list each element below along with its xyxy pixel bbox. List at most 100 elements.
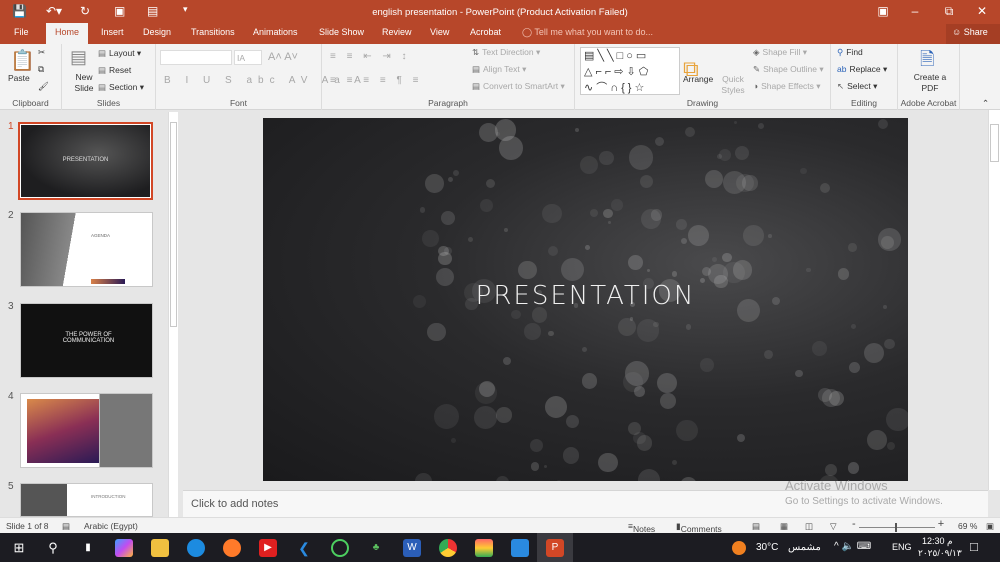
zoom-slider[interactable]: - + (852, 518, 944, 532)
new-slide-button[interactable]: New Slide (70, 72, 98, 94)
align-buttons[interactable]: ≡ ≡ ≡ ≡ ¶ ≡ (330, 75, 422, 86)
close-button[interactable]: ✕ (967, 4, 997, 18)
youtube-icon[interactable]: ▶ (259, 539, 277, 557)
section-button[interactable]: ▤ Section ▾ (98, 82, 144, 93)
bokeh-dot (582, 346, 588, 352)
copy-icon[interactable]: ⧉ (38, 64, 44, 75)
minimize-button[interactable]: – (900, 4, 930, 18)
tab-view[interactable]: View (430, 27, 449, 37)
tab-acrobat[interactable]: Acrobat (470, 27, 501, 37)
slide-canvas[interactable]: PRESENTATION (263, 118, 908, 481)
whatsapp-icon[interactable] (331, 539, 349, 557)
scroll-thumb[interactable] (170, 122, 177, 327)
paste-button[interactable]: Paste (8, 73, 30, 83)
font-size-input[interactable]: IA (234, 50, 262, 65)
tab-transitions[interactable]: Transitions (191, 27, 235, 37)
clipboard-label: Clipboard (12, 98, 49, 108)
bokeh-dot (479, 199, 493, 213)
reading-view-icon[interactable]: ◫ (805, 521, 813, 532)
vscode-icon[interactable]: ❮ (295, 539, 313, 557)
replace-button[interactable]: ab Replace ▾ (837, 64, 887, 75)
comments-button[interactable]: ▮ Comments (676, 521, 722, 534)
thumbnail-slide-4[interactable] (20, 393, 153, 468)
grow-font-icon[interactable]: A˄ A˅ (268, 51, 298, 63)
thumbnail-slide-5[interactable]: INTRODUCTION (20, 483, 153, 517)
create-pdf-button[interactable]: Create a PDF (910, 72, 950, 94)
share-button[interactable]: ☺ Share (946, 24, 1000, 44)
app-icon[interactable] (475, 539, 493, 557)
copilot-icon[interactable] (115, 539, 133, 557)
edge-icon[interactable] (187, 539, 205, 557)
spell-check-icon[interactable]: ▤ (62, 521, 70, 532)
shape-effects-button[interactable]: ◑ Shape Effects ▾ (753, 81, 821, 92)
text-direction-button[interactable]: ⇅ Text Direction ▾ (472, 47, 540, 58)
weather-icon[interactable] (732, 541, 746, 555)
zoom-slider-thumb[interactable] (895, 522, 898, 532)
clock-date[interactable]: ٢٠٢٥/٠٩/١٣ (918, 548, 962, 559)
zoom-level[interactable]: 69 % (958, 521, 977, 531)
thumbnail-slide-1[interactable]: PRESENTATION (18, 122, 153, 200)
tab-file[interactable]: File (14, 27, 29, 37)
shapes-gallery[interactable]: ▤╲╲□○▭ △⌐⌐⇨⇩⬠ ∿⌒∩{}☆ (580, 47, 680, 95)
shape-outline-button[interactable]: ✎ Shape Outline ▾ (753, 64, 824, 75)
tab-design[interactable]: Design (143, 27, 171, 37)
quick-styles-button[interactable]: Quick Styles (719, 74, 747, 96)
tray-icons[interactable]: ^ 🔈 ⌨ (834, 541, 871, 552)
align-text-button[interactable]: ▤ Align Text ▾ (472, 64, 526, 75)
tab-review[interactable]: Review (382, 27, 412, 37)
scroll-thumb[interactable] (990, 124, 999, 162)
format-painter-icon[interactable]: 🖌 (38, 81, 49, 92)
language-indicator[interactable]: Arabic (Egypt) (84, 521, 138, 531)
file-explorer-icon[interactable] (151, 539, 169, 557)
search-icon[interactable]: ⚲ (44, 539, 62, 557)
weather-text[interactable]: مشمس (788, 542, 821, 553)
ribbon-display-icon[interactable]: ▣ (868, 4, 898, 18)
notification-icon[interactable]: □ (970, 539, 978, 554)
main-scrollbar[interactable] (988, 110, 1000, 490)
powerpoint-taskbar-button[interactable]: P (537, 533, 573, 562)
maximize-button[interactable]: ⧉ (934, 4, 964, 19)
arrange-button[interactable]: Arrange (683, 74, 713, 84)
bokeh-dot (478, 122, 498, 143)
paste-icon[interactable]: 📋 (10, 48, 35, 73)
tab-animations[interactable]: Animations (253, 27, 298, 37)
thumbnails-scrollbar[interactable] (168, 112, 178, 517)
windows-start-icon[interactable]: ⊞ (10, 539, 28, 557)
firefox-icon[interactable] (223, 539, 241, 557)
list-buttons[interactable]: ≡ ≡ ⇤ ⇥ ↕ (330, 51, 411, 62)
layout-button[interactable]: ▤ Layout ▾ (98, 48, 141, 59)
tab-slide-show[interactable]: Slide Show (319, 27, 364, 37)
person-icon: ☺ (952, 27, 964, 37)
new-slide-icon[interactable]: ▤ (70, 47, 87, 68)
weather-temp[interactable]: 30°C (756, 542, 778, 553)
bokeh-dot (847, 462, 859, 474)
select-button[interactable]: ↖ Select ▾ (837, 81, 877, 92)
convert-smartart-label: Convert to SmartArt (483, 81, 559, 91)
chrome-icon[interactable] (439, 539, 457, 557)
slide-title[interactable]: PRESENTATION (263, 281, 908, 311)
convert-smartart-button[interactable]: ▤ Convert to SmartArt ▾ (472, 81, 565, 92)
collapse-ribbon-icon[interactable]: ⌃ (982, 98, 989, 109)
font-family-input[interactable] (160, 50, 232, 65)
notes-button[interactable]: ≡ Notes (628, 521, 655, 534)
slide-sorter-icon[interactable]: ▦ (780, 521, 788, 532)
thumbnail-slide-2[interactable]: AGENDA (20, 212, 153, 287)
clock-time[interactable]: 12:30 م (922, 536, 953, 547)
bokeh-dot (680, 477, 698, 481)
thumbnail-slide-3[interactable]: THE POWER OF COMMUNICATION (20, 303, 153, 378)
tell-me-search[interactable]: ◯ Tell me what you want to do... (522, 27, 653, 38)
task-view-icon[interactable]: ▮ (79, 539, 97, 557)
shape-fill-button[interactable]: ◈ Shape Fill ▾ (753, 47, 807, 58)
tab-insert[interactable]: Insert (101, 27, 124, 37)
tab-home[interactable]: Home (46, 23, 89, 44)
normal-view-icon[interactable]: ▤ (752, 521, 760, 532)
app-icon[interactable]: ♣ (367, 539, 385, 557)
word-icon[interactable]: W (403, 539, 421, 557)
cut-icon[interactable]: ✂ (38, 47, 45, 58)
reset-button[interactable]: ▤ Reset (98, 65, 131, 76)
input-language[interactable]: ENG (892, 542, 912, 552)
find-button[interactable]: ⚲ Find (837, 47, 863, 58)
slideshow-view-icon[interactable]: ▽ (830, 521, 837, 532)
photos-icon[interactable] (511, 539, 529, 557)
fit-slide-icon[interactable]: ▣ (986, 521, 994, 532)
